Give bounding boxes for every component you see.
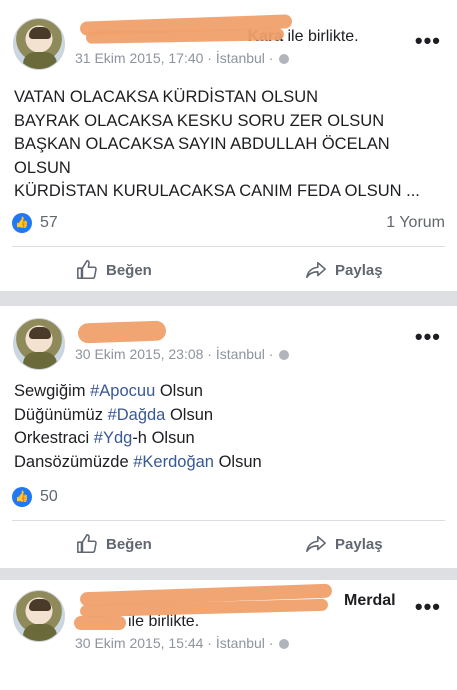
hashtag-link[interactable]: #Kerdoğan <box>133 453 214 471</box>
post-meta[interactable]: 31 Ekim 2015, 17:40 · İstanbul · <box>75 50 290 66</box>
text-fragment: Orkestraci <box>14 429 94 447</box>
more-options-icon[interactable]: ••• <box>415 28 441 54</box>
globe-icon <box>279 639 290 649</box>
avatar[interactable] <box>13 590 65 642</box>
post-actions: Beğen Paylaş <box>0 524 457 564</box>
share-button-label: Paylaş <box>335 535 383 553</box>
like-reaction-icon: 👍 <box>12 213 32 233</box>
globe-icon <box>279 350 290 360</box>
redaction-mark <box>74 616 126 630</box>
post-text-line: Düğünümüz #Dağda Olsun <box>14 404 262 428</box>
thumbs-up-icon <box>77 260 97 280</box>
post-text-line: BAYRAK OLACAKSA KESKU SORU ZER OLSUN <box>14 111 385 130</box>
like-reaction-icon: 👍 <box>12 487 32 507</box>
post-location[interactable]: İstanbul <box>216 346 265 362</box>
text-fragment: Olsun <box>155 382 203 400</box>
reaction-stats: 👍 57 1 Yorum <box>12 212 445 236</box>
post-card: Merdal ile birlikte. 30 Ekim 2015, 15:44… <box>0 580 457 690</box>
post-location[interactable]: İstanbul <box>216 635 265 651</box>
post-card: Kara ile birlikte. 31 Ekim 2015, 17:40 ·… <box>0 0 457 291</box>
text-fragment: Olsun <box>165 405 214 424</box>
tagged-user-name[interactable]: Merdal <box>344 592 396 610</box>
more-options-icon[interactable]: ••• <box>415 324 441 350</box>
post-text-line: Dansözümüzde #Kerdoğan Olsun <box>14 451 262 475</box>
avatar[interactable] <box>13 318 65 370</box>
like-button[interactable]: Beğen <box>76 250 152 290</box>
redaction-mark <box>77 320 167 344</box>
text-fragment: Sewgiğim <box>14 382 91 400</box>
post-text-line: OLSUN <box>14 158 71 177</box>
share-button[interactable]: Paylaş <box>305 250 383 290</box>
post-date[interactable]: 30 Ekim 2015, 15:44 <box>75 635 203 651</box>
text-fragment: Düğünümüz <box>14 405 108 424</box>
thumbs-up-icon <box>77 534 97 554</box>
share-button[interactable]: Paylaş <box>305 524 383 564</box>
like-button-label: Beğen <box>106 261 152 279</box>
post-actions: Beğen Paylaş <box>0 250 457 290</box>
post-text: VATAN OLACAKSA KÜRDİSTAN OLSUN BAYRAK OL… <box>14 86 420 204</box>
post-text-line: Sewgiğim #Apocuu Olsun <box>14 380 262 404</box>
post-text-line: VATAN OLACAKSA KÜRDİSTAN OLSUN <box>14 88 319 106</box>
post-meta[interactable]: 30 Ekim 2015, 23:08 · İstanbul · <box>75 346 290 362</box>
like-count[interactable]: 50 <box>40 488 58 506</box>
share-arrow-icon <box>306 535 326 553</box>
post-text-line: KÜRDİSTAN KURULACAKSA CANIM FEDA OLSUN .… <box>14 182 420 200</box>
like-button[interactable]: Beğen <box>76 524 152 564</box>
text-fragment: -h Olsun <box>132 429 195 447</box>
post-text-line: BAŞKAN OLACAKSA SAYIN ABDULLAH ÖCELAN <box>14 135 390 153</box>
text-fragment: Dansözümüzde <box>14 452 134 471</box>
text-fragment: Olsun <box>213 452 262 471</box>
more-options-icon[interactable]: ••• <box>415 594 441 620</box>
news-feed: Kara ile birlikte. 31 Ekim 2015, 17:40 ·… <box>0 0 457 690</box>
hashtag-link[interactable]: #Apocuu <box>90 382 155 400</box>
share-button-label: Paylaş <box>335 261 383 279</box>
reaction-stats: 👍 50 <box>12 486 445 510</box>
globe-icon <box>279 54 290 64</box>
hashtag-link[interactable]: #Ydg <box>94 429 133 447</box>
hashtag-link[interactable]: #Dağda <box>108 406 166 424</box>
post-date[interactable]: 31 Ekim 2015, 17:40 <box>75 50 203 66</box>
divider <box>12 246 445 247</box>
avatar[interactable] <box>13 18 65 70</box>
post-card: 30 Ekim 2015, 23:08 · İstanbul · ••• Sew… <box>0 306 457 568</box>
post-location[interactable]: İstanbul <box>216 50 265 66</box>
post-text: Sewgiğim #Apocuu Olsun Düğünümüz #Dağda … <box>14 380 262 474</box>
comment-count[interactable]: 1 Yorum <box>386 214 445 232</box>
share-arrow-icon <box>306 261 326 279</box>
post-text-line: Orkestraci #Ydg-h Olsun <box>14 427 262 451</box>
divider <box>12 520 445 521</box>
with-text: ile birlikte. <box>287 28 359 45</box>
post-meta[interactable]: 30 Ekim 2015, 15:44 · İstanbul · <box>75 635 290 651</box>
post-date[interactable]: 30 Ekim 2015, 23:08 <box>75 346 203 362</box>
like-button-label: Beğen <box>106 535 152 553</box>
like-count[interactable]: 57 <box>40 214 58 232</box>
